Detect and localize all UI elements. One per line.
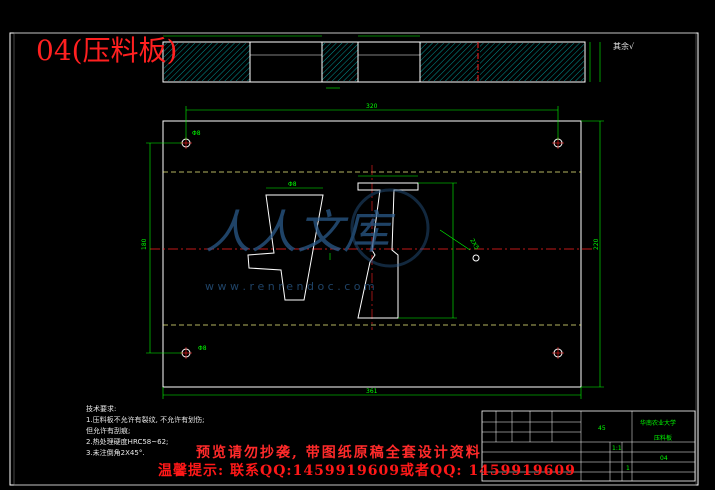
watermark-contact: 温馨提示: 联系QQ:1459919609或者QQ: 1459919609 (158, 463, 576, 479)
dim-hole-bottom-left: Φ8 (198, 345, 207, 352)
dim-top-width: 320 (366, 103, 378, 110)
drawing-title: 04(压料板) (36, 34, 178, 67)
title-block-scale: 1:1 (612, 445, 622, 452)
tech-req-item: 但允许有刮痕; (86, 427, 131, 435)
dim-cutout-width: Φ8 (288, 181, 297, 188)
roughness-symbol: 其余√ (613, 42, 635, 51)
title-block-sheet: 1 (626, 465, 630, 472)
watermark-notice: 预览请勿抄袭, 带图纸原稿全套设计资料 (196, 445, 482, 461)
title-block-material: 45 (598, 425, 606, 432)
title-block-drawing-no: 04 (660, 455, 668, 462)
tech-req-heading: 技术要求: (86, 405, 117, 413)
tech-req-item: 2.热处理硬度HRC58~62; (86, 438, 169, 446)
tech-req-item: 1.压料板不允许有裂纹, 不允许有划伤; (86, 416, 205, 424)
section-view (162, 35, 601, 89)
title-block-school: 华南农业大学 (640, 419, 676, 427)
dim-right-height: 220 (593, 238, 600, 250)
dim-left-height: 180 (141, 238, 148, 250)
dim-hole-top-left: Φ8 (192, 130, 201, 137)
svg-text:w w w . r e n r e n d o c . c: w w w . r e n r e n d o c . c o m (205, 280, 375, 293)
watermark-logo: 人人文库 w w w . r e n r e n d o c . c o m (205, 188, 430, 293)
tech-req-item: 3.未注倒角2X45°. (86, 449, 145, 457)
dim-bottom-width: 361 (366, 388, 378, 395)
title-block-part-name: 压料板 (654, 434, 672, 442)
svg-text:人人文库: 人人文库 (205, 205, 396, 259)
technical-requirements: 技术要求: 1.压料板不允许有裂纹, 不允许有划伤; 但允许有刮痕; 2.热处理… (86, 404, 205, 459)
